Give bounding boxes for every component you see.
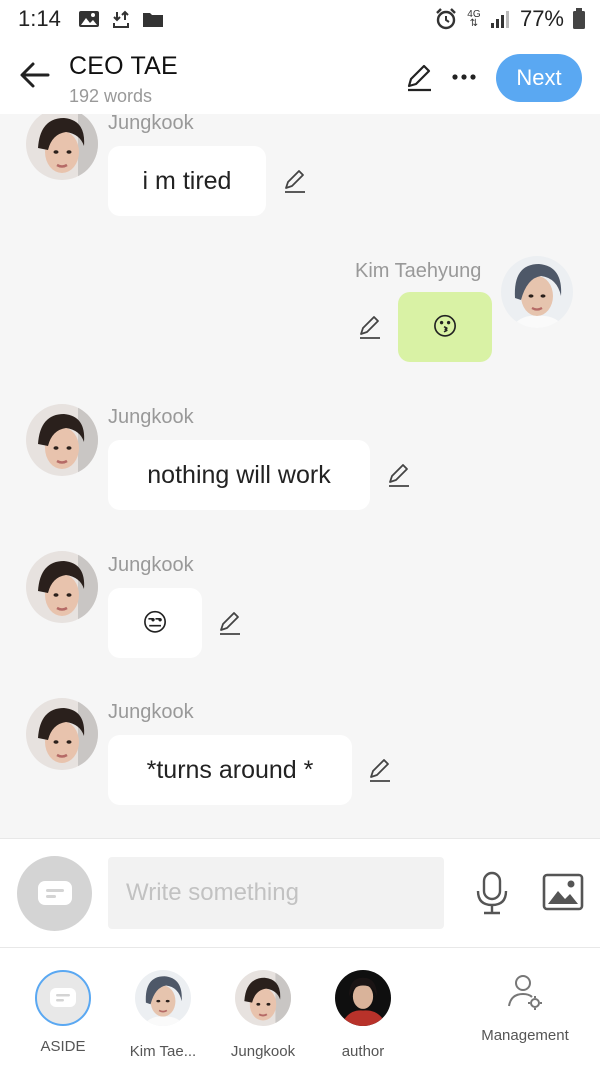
folder-notification-icon: [143, 13, 163, 27]
avatar-jungkook[interactable]: [26, 698, 98, 770]
message-sender: Jungkook: [108, 114, 194, 134]
battery-icon: [573, 8, 585, 29]
alarm-icon: [436, 8, 456, 30]
gallery-notification-icon: [79, 11, 99, 27]
edit-pencil-icon[interactable]: [404, 62, 434, 92]
message-bubble[interactable]: 😒: [108, 588, 202, 658]
status-notification-icons: [78, 9, 164, 29]
edit-message-icon[interactable]: [367, 757, 393, 783]
person-settings-icon: [508, 975, 542, 1010]
story-title: CEO TAE: [69, 52, 178, 80]
story-header: CEO TAE 192 words Next: [0, 42, 600, 114]
signal-icon: [490, 11, 509, 28]
word-count: 192 words: [69, 86, 153, 106]
avatar-jungkook: [234, 969, 292, 1027]
data-arrows-icon: ⇅: [469, 18, 479, 29]
message-bubble[interactable]: nothing will work: [108, 440, 370, 510]
edit-message-icon[interactable]: [217, 610, 243, 636]
microphone-icon[interactable]: [474, 871, 510, 915]
status-system-icons: 4G ⇅ 77%: [434, 6, 586, 32]
status-time: 1:14: [18, 6, 61, 31]
avatar-jungkook[interactable]: [26, 551, 98, 623]
edit-message-icon[interactable]: [386, 462, 412, 488]
character-label: Kim Tae...: [129, 1043, 197, 1060]
edit-message-icon[interactable]: [282, 168, 308, 194]
aside-avatar: [35, 970, 91, 1026]
message-composer: [0, 838, 600, 948]
character-label: ASIDE: [40, 1038, 86, 1055]
message-input[interactable]: [108, 857, 444, 929]
character-switcher: ASIDE Kim Tae... Jungkook author Managem…: [0, 948, 600, 1067]
aside-chat-icon: [50, 988, 76, 1007]
more-options-icon[interactable]: [449, 62, 479, 92]
character-label: author: [341, 1043, 385, 1060]
message-bubble[interactable]: i m tired: [108, 146, 266, 216]
battery-percent: 77%: [519, 6, 564, 31]
management-button[interactable]: Management: [470, 972, 580, 1044]
character-author[interactable]: author: [318, 970, 408, 1060]
message-sender: Jungkook: [108, 554, 194, 576]
edit-message-icon[interactable]: [357, 314, 383, 340]
avatar-author: [335, 970, 391, 1026]
transfer-notification-icon: [113, 10, 129, 28]
management-label: Management: [481, 1027, 569, 1044]
message-sender: Kim Taehyung: [355, 260, 482, 282]
aside-mode-button[interactable]: [17, 856, 92, 931]
avatar-kim-taehyung: [134, 969, 192, 1027]
character-aside[interactable]: ASIDE: [18, 970, 108, 1055]
avatar-jungkook[interactable]: [26, 114, 98, 180]
message-sender: Jungkook: [108, 701, 194, 723]
character-kim-taehyung[interactable]: Kim Tae...: [118, 969, 208, 1060]
avatar-kim-taehyung[interactable]: [501, 256, 573, 328]
image-upload-icon[interactable]: [542, 873, 584, 911]
status-bar: 1:14 4G ⇅ 77%: [0, 0, 600, 42]
character-label: Jungkook: [230, 1043, 296, 1060]
back-arrow-icon[interactable]: [18, 58, 52, 92]
message-bubble[interactable]: 😗: [398, 292, 492, 362]
message-sender: Jungkook: [108, 406, 194, 428]
chat-thread[interactable]: Jungkook i m tired Kim Taehyung 😗 Jungko…: [0, 114, 600, 838]
message-bubble[interactable]: *turns around *: [108, 735, 352, 805]
avatar-jungkook[interactable]: [26, 404, 98, 476]
aside-chat-icon: [37, 880, 72, 905]
network-type-indicator: 4G ⇅: [466, 10, 482, 29]
next-button[interactable]: Next: [496, 54, 582, 102]
character-jungkook[interactable]: Jungkook: [218, 969, 308, 1060]
